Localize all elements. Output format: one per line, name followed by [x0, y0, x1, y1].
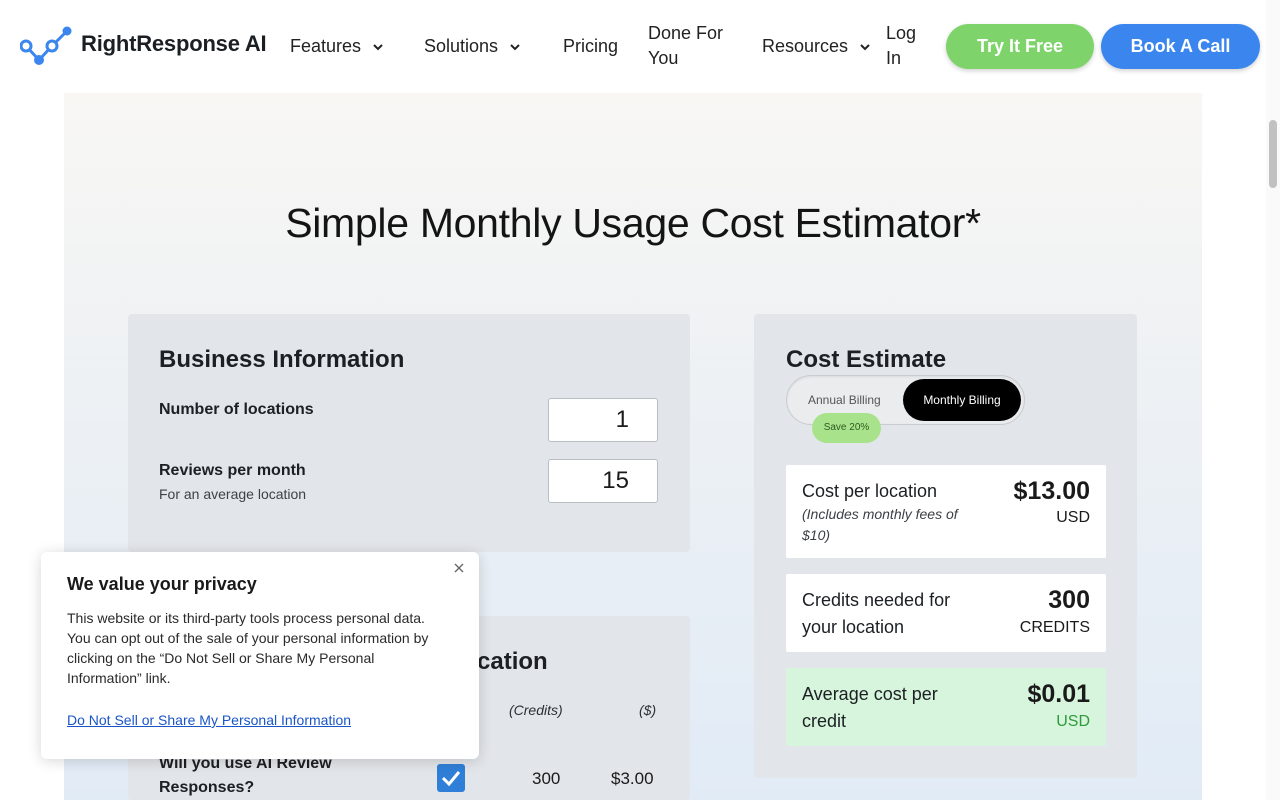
nav-resources[interactable]: Resources — [762, 34, 872, 59]
nav-resources-label: Resources — [762, 36, 849, 56]
ai-review-dollars: $3.00 — [611, 769, 654, 788]
try-it-free-button[interactable]: Try It Free — [946, 24, 1094, 69]
privacy-title: We value your privacy — [67, 574, 257, 594]
chevron-down-icon — [510, 43, 520, 50]
monthly-billing-option[interactable]: Monthly Billing — [903, 379, 1021, 421]
nav-pricing-label: Pricing — [563, 36, 619, 56]
cost-estimate-title: Cost Estimate — [786, 346, 947, 373]
nav-login[interactable]: Log In — [886, 21, 926, 71]
credits-needed-value: 300 — [1048, 586, 1090, 614]
cost-per-location-card: Cost per location (Includes monthly fees… — [786, 465, 1106, 558]
nav-solutions-label: Solutions — [424, 36, 499, 56]
checkmark-icon — [441, 771, 461, 787]
credits-needed-card: Credits needed for your location 300 CRE… — [786, 574, 1106, 652]
ai-review-responses-label: Will you use AI Review Responses? — [159, 755, 332, 796]
nav-features-label: Features — [290, 36, 362, 56]
privacy-body: This website or its third-party tools pr… — [67, 610, 429, 686]
dollars-column-header: ($) — [639, 702, 657, 718]
book-a-call-button[interactable]: Book A Call — [1101, 24, 1260, 69]
chevron-down-icon — [373, 43, 383, 50]
brand-name[interactable]: RightResponse AI — [81, 31, 267, 57]
scrollbar-thumb[interactable] — [1269, 120, 1277, 188]
average-cost-unit: USD — [1056, 713, 1090, 730]
cost-per-location-unit: USD — [1056, 509, 1090, 526]
page-title: Simple Monthly Usage Cost Estimator* — [285, 200, 981, 246]
nav-done-for-you[interactable]: Done For You — [648, 21, 738, 71]
nav-solutions[interactable]: Solutions — [424, 34, 522, 59]
reviews-input[interactable]: 15 — [548, 459, 658, 503]
ai-review-responses-checkbox[interactable] — [437, 764, 465, 792]
credits-needed-label: Credits needed for your location — [802, 590, 951, 637]
average-cost-card: Average cost per credit $0.01 USD — [786, 668, 1106, 746]
close-icon[interactable] — [450, 560, 468, 578]
per-location-title: cation — [477, 648, 548, 675]
save-badge: Save 20% — [812, 413, 881, 443]
average-cost-label: Average cost per credit — [802, 684, 938, 731]
reviews-label: Reviews per month — [159, 462, 306, 479]
brand-logo-icon[interactable] — [20, 26, 74, 66]
credits-needed-unit: CREDITS — [1019, 619, 1090, 636]
cost-per-location-label: Cost per location — [802, 481, 938, 501]
top-navbar: RightResponse AI Features Solutions Pric… — [0, 0, 1280, 93]
credits-column-header: (Credits) — [509, 702, 563, 718]
nav-features[interactable]: Features — [290, 34, 385, 59]
reviews-sublabel: For an average location — [159, 486, 307, 502]
nav-done-for-you-label: Done For You — [648, 23, 724, 68]
chevron-down-icon — [860, 43, 870, 50]
ai-review-credits: 300 — [532, 769, 561, 788]
privacy-banner: We value your privacy This website or it… — [41, 552, 479, 759]
nav-login-label: Log In — [886, 23, 917, 68]
nav-pricing[interactable]: Pricing — [563, 34, 618, 59]
locations-label: Number of locations — [159, 401, 314, 418]
average-cost-value: $0.01 — [1027, 680, 1090, 708]
business-information-title: Business Information — [159, 346, 405, 373]
locations-input[interactable]: 1 — [548, 398, 658, 442]
annual-billing-option[interactable]: Annual Billing — [808, 393, 881, 407]
cost-per-location-note: (Includes monthly fees of $10) — [802, 506, 958, 543]
cost-per-location-value: $13.00 — [1013, 477, 1090, 505]
do-not-sell-link[interactable]: Do Not Sell or Share My Personal Informa… — [67, 712, 351, 728]
